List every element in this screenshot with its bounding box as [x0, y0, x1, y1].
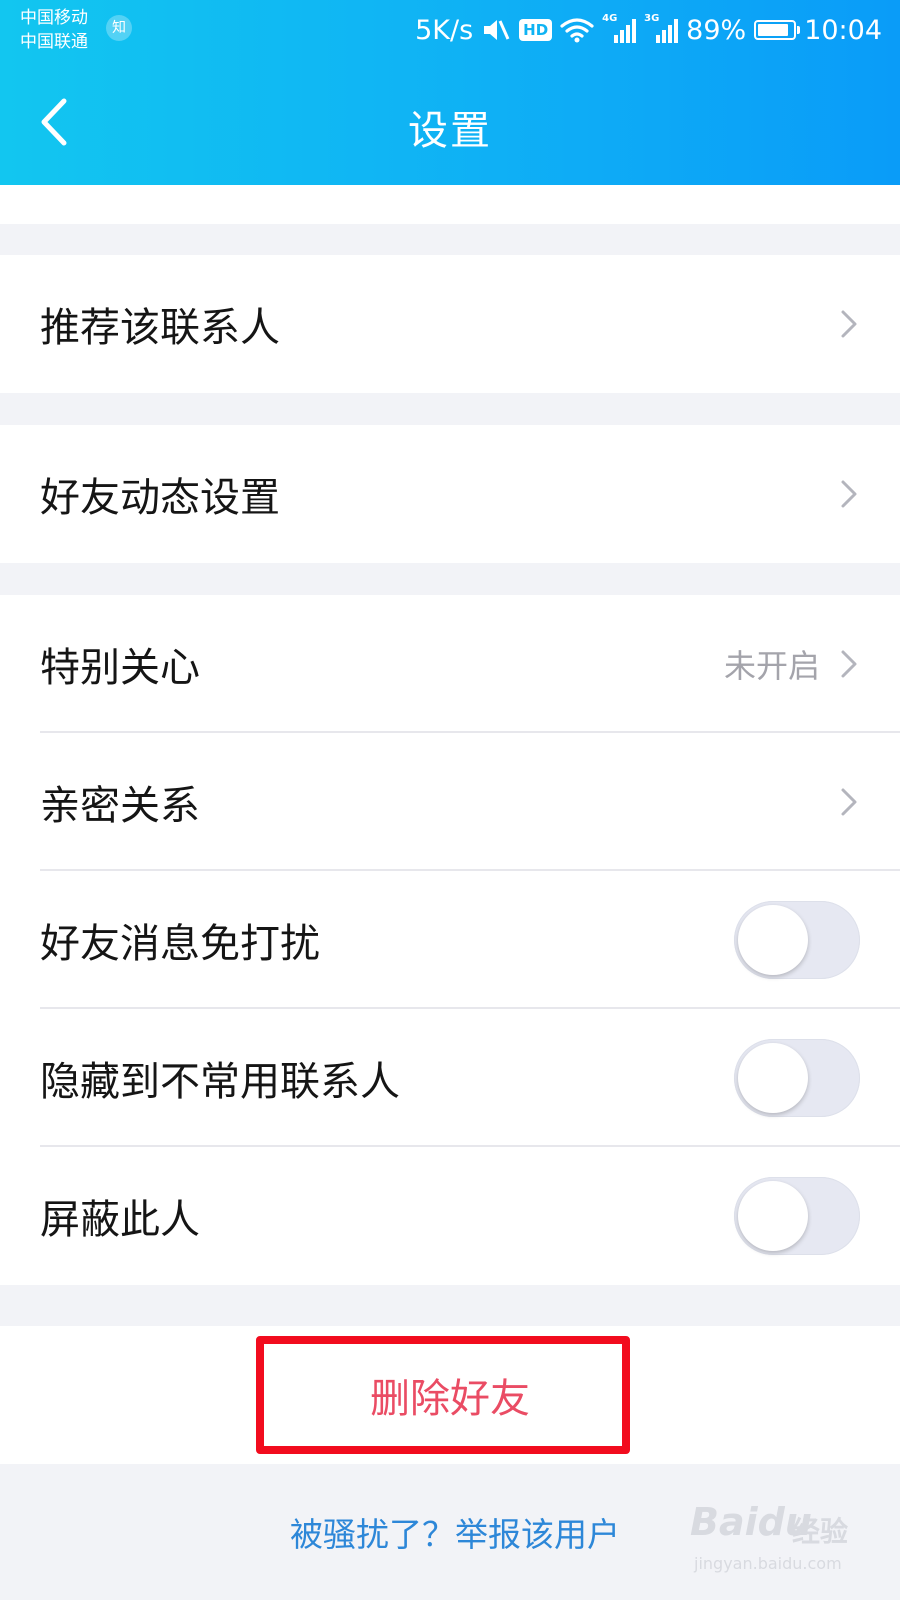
nav-bar: 设置 [0, 62, 900, 185]
card-recommend: 推荐该联系人 [0, 255, 900, 393]
special-care-label: 特别关心 [40, 645, 200, 691]
carrier-1: 中国移动 [20, 8, 88, 28]
recommend-contact-label: 推荐该联系人 [40, 305, 280, 351]
recommend-contact-item[interactable]: 推荐该联系人 [0, 255, 900, 393]
watermark-url: jingyan.baidu.com [694, 1554, 842, 1573]
chevron-right-icon [841, 310, 857, 338]
special-care-status: 未开启 [723, 647, 820, 685]
battery-icon [754, 20, 801, 40]
special-care-item[interactable]: 特别关心 未开启 [0, 595, 900, 733]
status-icons: 5K/s HD 4G 3G 89% 10:04 [415, 12, 882, 48]
feed-settings-label: 好友动态设置 [40, 475, 280, 521]
block-toggle[interactable] [734, 1177, 860, 1255]
signal-4g-icon: 4G [602, 13, 637, 43]
wifi-icon [560, 18, 594, 43]
hide-contact-item: 隐藏到不常用联系人 [0, 1009, 900, 1147]
card-relationship: 特别关心 未开启 亲密关系 好友消息免打扰 隐藏到不常用联系人 屏蔽此人 [0, 595, 900, 1285]
hide-contact-toggle[interactable] [734, 1039, 860, 1117]
mute-item: 好友消息免打扰 [0, 871, 900, 1009]
carrier-2: 中国联通 [20, 32, 88, 52]
signal-3g-icon: 3G [644, 13, 679, 43]
toggle-knob [738, 1043, 808, 1113]
chevron-right-icon [841, 650, 857, 678]
hide-contact-label: 隐藏到不常用联系人 [40, 1059, 400, 1105]
mute-label: 好友消息免打扰 [40, 921, 320, 967]
intimacy-label: 亲密关系 [40, 783, 200, 829]
toggle-knob [738, 1181, 808, 1251]
highlight-box [256, 1336, 630, 1454]
baidu-watermark: Baidu 经验 jingyan.baidu.com [690, 1500, 880, 1586]
signal-4g-label: 4G [602, 13, 618, 24]
card-feed: 好友动态设置 [0, 425, 900, 563]
top-spacer [0, 185, 900, 224]
intimacy-item[interactable]: 亲密关系 [0, 733, 900, 871]
chevron-right-icon [841, 480, 857, 508]
network-speed: 5K/s [415, 14, 474, 46]
header-bar: 中国移动 中国联通 知 5K/s HD 4G 3G 89% 10:04 设置 [0, 0, 900, 185]
toggle-knob [738, 905, 808, 975]
mute-toggle[interactable] [734, 901, 860, 979]
clock: 10:04 [804, 14, 882, 46]
battery-fill [758, 24, 789, 36]
chevron-right-icon [841, 788, 857, 816]
watermark-cn: 经验 [792, 1515, 849, 1548]
feed-settings-item[interactable]: 好友动态设置 [0, 425, 900, 563]
signal-3g-label: 3G [644, 13, 660, 24]
block-item: 屏蔽此人 [0, 1147, 900, 1285]
battery-percent: 89% [686, 14, 747, 46]
status-bar: 中国移动 中国联通 知 5K/s HD 4G 3G 89% 10:04 [0, 0, 900, 62]
notification-badge: 知 [106, 15, 132, 41]
hd-icon: HD [519, 19, 553, 41]
mute-icon [484, 20, 510, 40]
carrier-info: 中国移动 中国联通 [20, 6, 88, 54]
block-label: 屏蔽此人 [40, 1197, 200, 1243]
page-title: 设置 [408, 108, 492, 154]
